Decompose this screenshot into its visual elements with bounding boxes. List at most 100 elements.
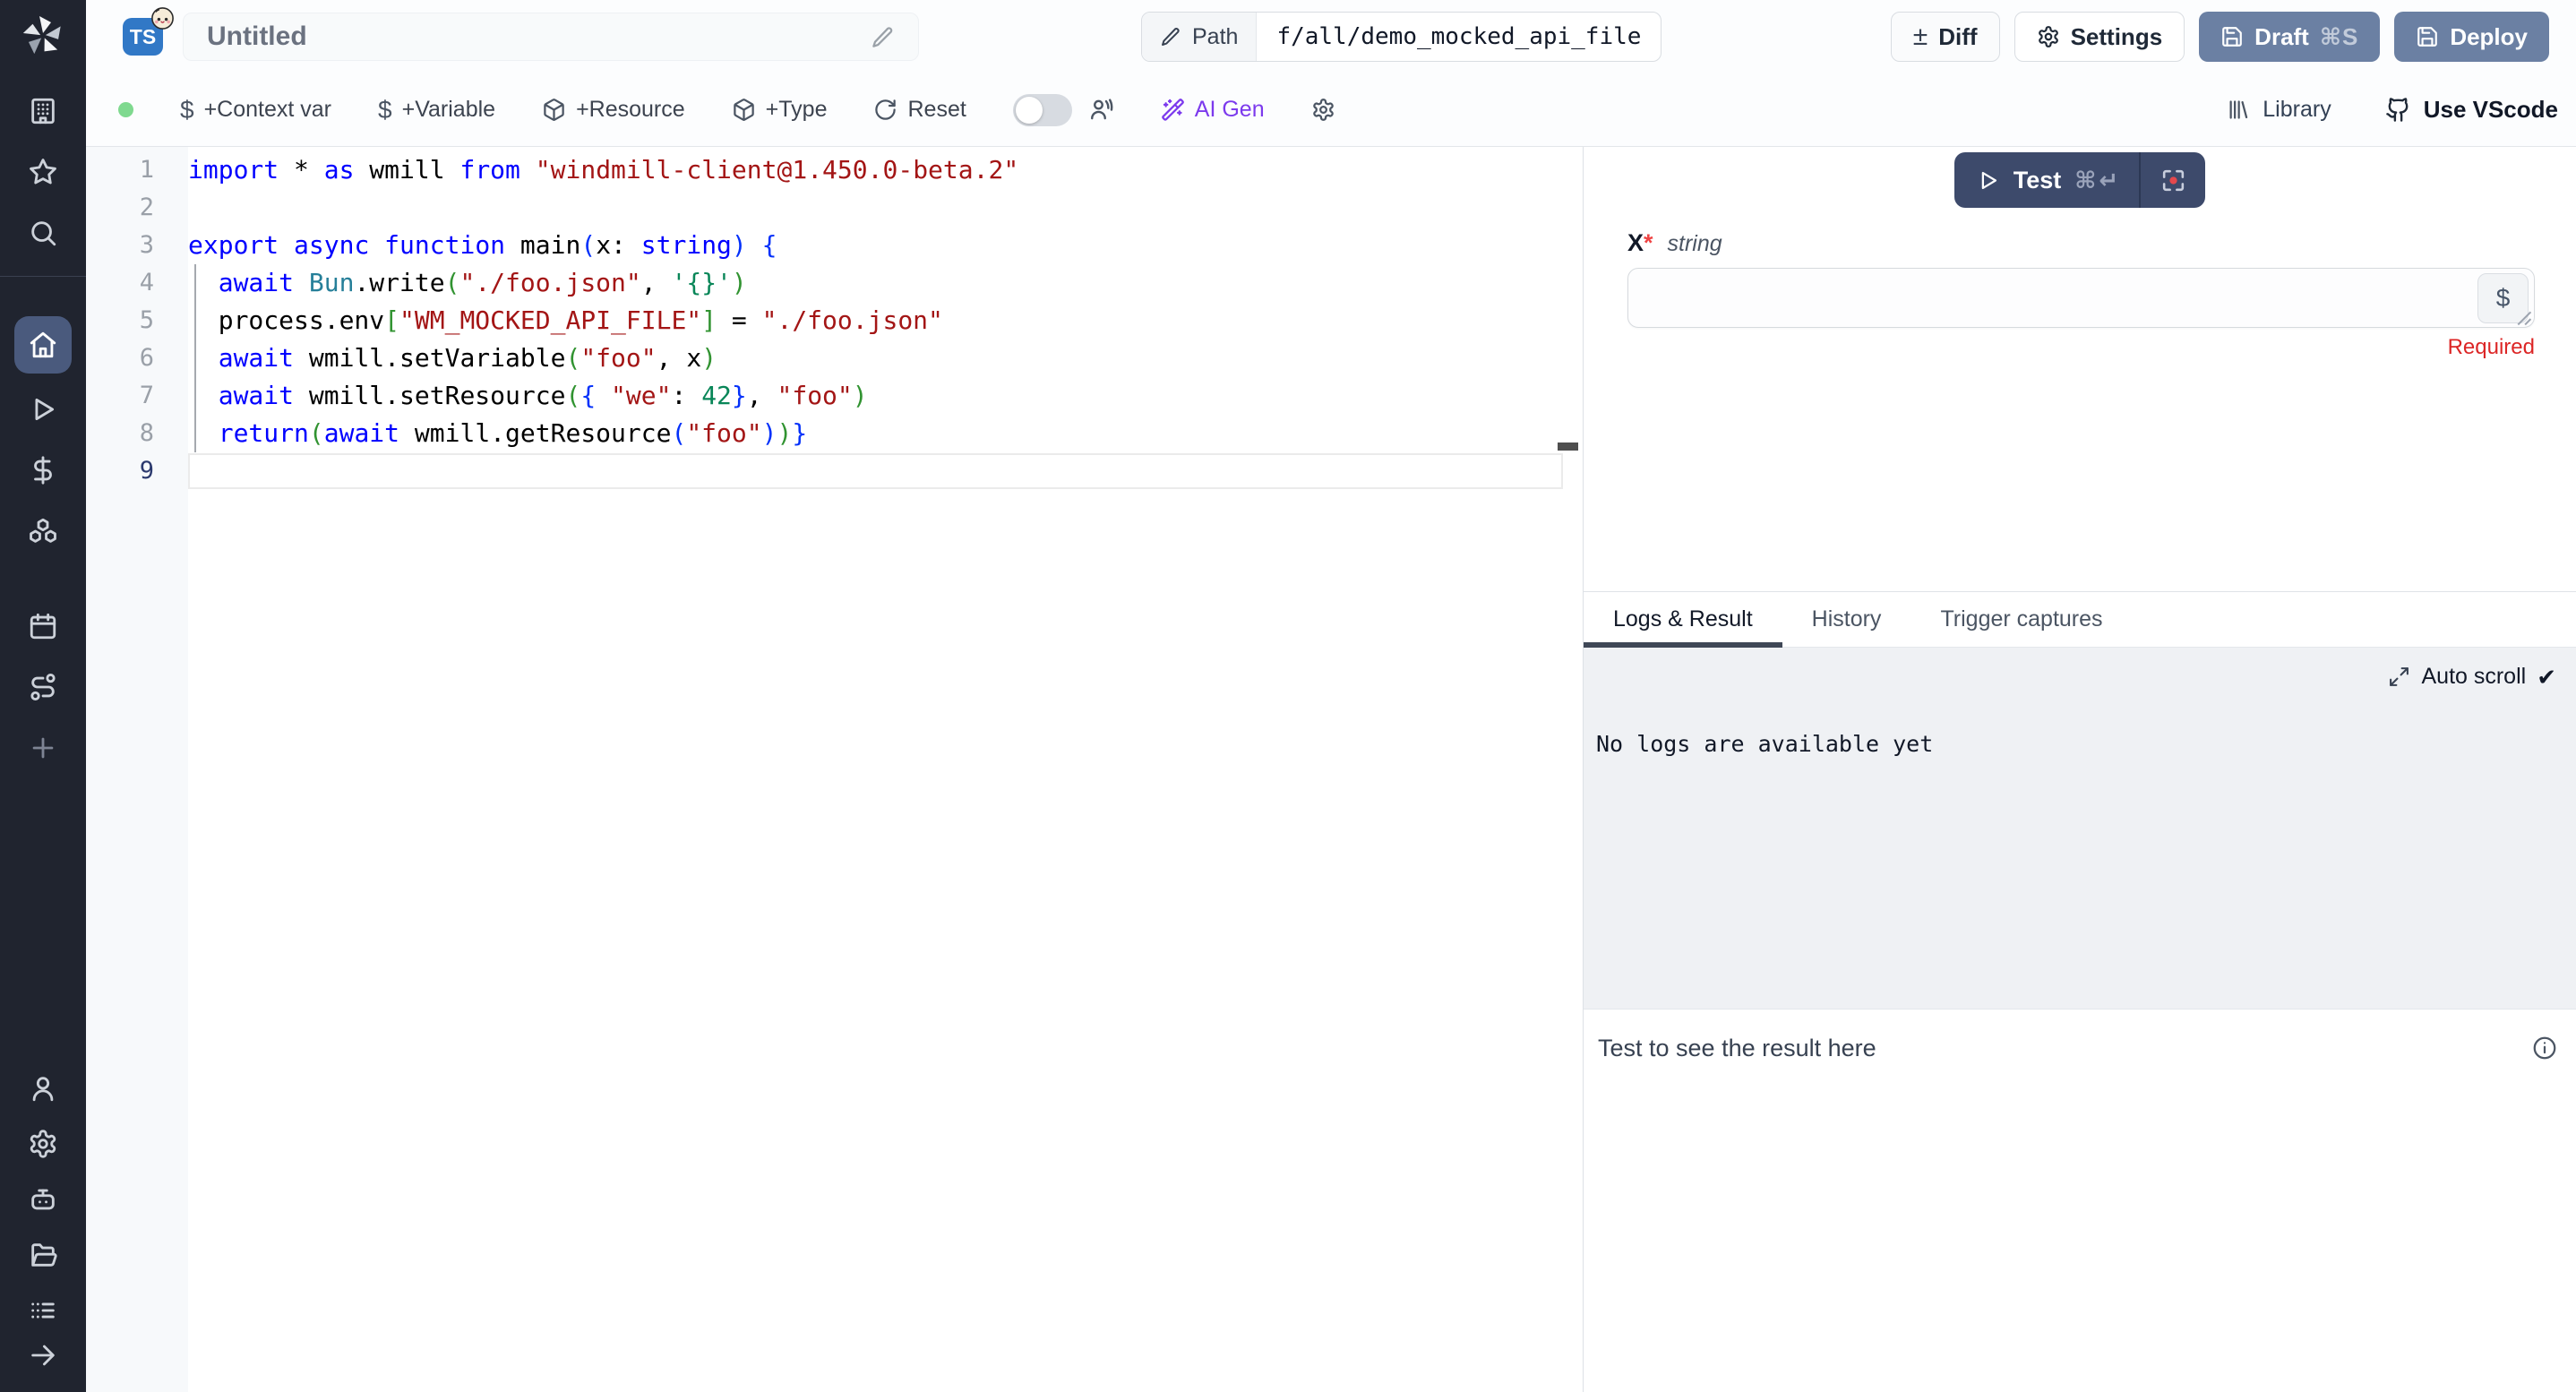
check-icon[interactable]: ✔ [2537,666,2556,689]
required-message: Required [1584,335,2535,360]
resize-handle[interactable] [2512,306,2532,326]
indent-guide [194,264,196,452]
editor-settings-button[interactable] [1311,98,1335,122]
code-line[interactable]: 6 await wmill.setVariable("foo", x) [86,339,1583,377]
plus-icon [28,733,58,763]
star-icon [28,157,58,187]
capture-button[interactable] [2141,152,2205,208]
status-dot [118,102,133,117]
route-icon [28,672,58,702]
line-number: 8 [86,415,188,452]
boxes-icon [28,516,58,546]
sidebar-item-workers[interactable] [14,1177,72,1222]
code-text: await wmill.setVariable("foo", x) [188,339,717,377]
auto-scroll-control[interactable]: Auto scroll ✔ [1584,648,2576,690]
path-editor[interactable]: Path f/all/demo_mocked_api_file [1141,12,1662,62]
logs-pane: Auto scroll ✔ No logs are available yet [1584,648,2576,1009]
code-line[interactable]: 5 process.env["WM_MOCKED_API_FILE"] = ".… [86,302,1583,339]
gear-icon [28,1129,58,1159]
save-icon [2416,25,2439,48]
code-text: await Bun.write("./foo.json", '{}') [188,264,747,302]
path-label-segment: Path [1142,13,1257,61]
tab-logs-result[interactable]: Logs & Result [1584,592,1782,647]
info-icon[interactable] [2531,1035,2558,1061]
use-vscode-button[interactable]: Use VScode [2385,96,2558,124]
test-button[interactable]: Test ⌘↵ [1954,152,2205,208]
refresh-icon [873,98,897,122]
result-pane: Test to see the result here [1584,1009,2576,1392]
field-x-input[interactable] [1628,269,2534,327]
sidebar-collapse-button[interactable] [14,1338,72,1372]
expand-icon[interactable] [2388,666,2410,688]
add-variable-button[interactable]: $ +Variable [378,96,495,125]
multiplayer-group [1013,94,1114,126]
draft-shortcut: ⌘S [2320,23,2358,51]
ai-gen-button[interactable]: AI Gen [1161,97,1265,123]
main-area: TS Untitled Path f/all/demo_mocke [86,0,2576,1392]
code-line[interactable]: 8 return(await wmill.getResource("foo"))… [86,415,1583,452]
sidebar-item-home[interactable] [14,316,72,374]
sidebar-top-nav [14,81,72,263]
sidebar-item-folders[interactable] [14,1233,72,1277]
test-form-section: Test ⌘↵ X * [1584,147,2576,592]
multiplayer-toggle[interactable] [1013,94,1072,126]
deploy-button[interactable]: Deploy [2394,12,2549,62]
save-icon [2220,25,2244,48]
sidebar-item-account[interactable] [14,1066,72,1111]
tab-history[interactable]: History [1782,592,1911,647]
code-line[interactable]: 7 await wmill.setResource({ "we": 42}, "… [86,377,1583,415]
test-button-main[interactable]: Test ⌘↵ [1954,152,2139,208]
settings-button[interactable]: Settings [2014,12,2185,62]
draft-button[interactable]: Draft ⌘S [2199,12,2380,62]
list-details-icon [28,1295,58,1326]
line-number: 1 [86,151,188,189]
sidebar-item-audit-logs[interactable] [14,1288,72,1333]
bot-icon [28,1184,58,1215]
home-icon [28,330,58,360]
code-line[interactable]: 1import * as wmill from "windmill-client… [86,151,1583,189]
sidebar-item-search[interactable] [14,208,72,258]
test-row: Test ⌘↵ [1584,152,2576,208]
play-icon [28,394,58,425]
code-editor[interactable]: 1import * as wmill from "windmill-client… [86,147,1584,1392]
script-title-pill[interactable]: Untitled [183,13,919,61]
preview-panel: Test ⌘↵ X * [1584,147,2576,1392]
tab-trigger-captures[interactable]: Trigger captures [1911,592,2132,647]
play-icon [1976,168,2000,193]
sidebar-item-workspace[interactable] [14,86,72,136]
result-placeholder: Test to see the result here [1598,1035,1876,1062]
windmill-logo-icon[interactable] [21,14,64,57]
code-line[interactable]: 9 [86,452,1583,490]
edit-title-pencil-icon[interactable] [871,25,895,49]
code-line[interactable]: 4 await Bun.write("./foo.json", '{}') [86,264,1583,302]
field-type: string [1668,231,1722,257]
add-resource-button[interactable]: +Resource [542,97,685,123]
gear-icon [1311,98,1335,122]
library-button[interactable]: Library [2226,97,2331,123]
diff-button[interactable]: ± Diff [1891,12,2000,62]
code-text: process.env["WM_MOCKED_API_FILE"] = "./f… [188,302,943,339]
sidebar-item-variables[interactable] [14,445,72,495]
sidebar-item-favorites[interactable] [14,147,72,197]
field-input-wrap: $ [1627,268,2535,328]
add-context-var-button[interactable]: $ +Context var [180,96,331,125]
path-label: Path [1192,24,1238,50]
code-line[interactable]: 2 [86,189,1583,227]
search-icon [28,218,58,248]
add-type-button[interactable]: +Type [732,97,828,123]
sidebar-item-settings[interactable] [14,1121,72,1166]
reset-button[interactable]: Reset [873,97,966,123]
sidebar-item-routes[interactable] [14,662,72,712]
field-label-row: X * string [1627,229,2576,257]
script-title: Untitled [207,21,307,52]
sidebar-item-add[interactable] [14,723,72,773]
calendar-icon [28,611,58,641]
sidebar-item-runs[interactable] [14,384,72,434]
plus-minus-icon: ± [1913,23,1928,50]
language-badge: TS [123,18,163,56]
package-icon [542,98,566,122]
sidebar-item-schedules[interactable] [14,601,72,651]
code-line[interactable]: 3export async function main(x: string) { [86,227,1583,264]
pencil-icon [1160,26,1181,47]
sidebar-item-resources[interactable] [14,506,72,556]
